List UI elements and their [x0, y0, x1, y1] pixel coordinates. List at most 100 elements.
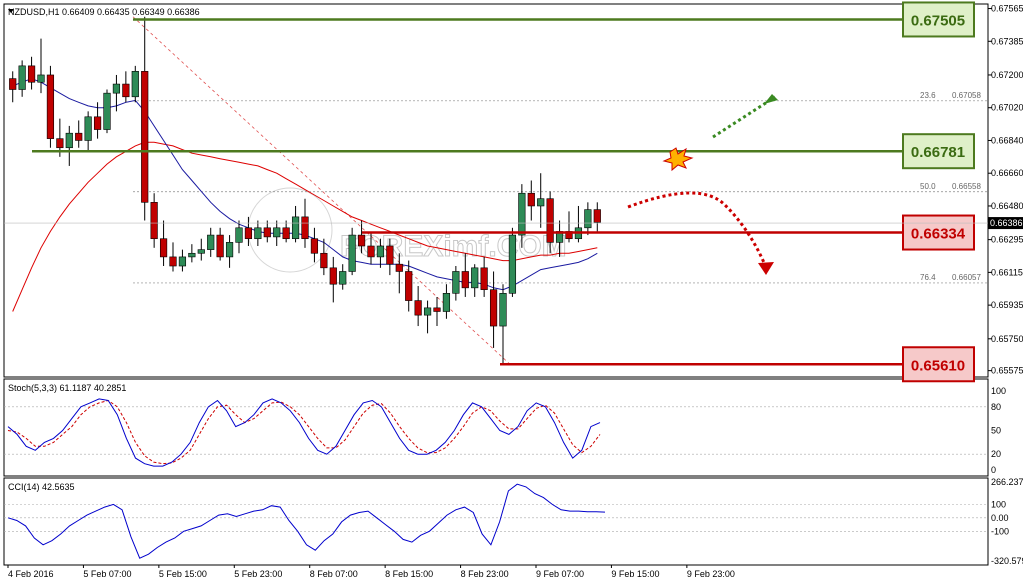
candle-bull	[584, 209, 592, 229]
cci-y-tick-label: 266.237	[991, 477, 1023, 487]
stoch-y-tick-label: 50	[991, 426, 1001, 436]
candle-bear	[56, 138, 64, 149]
candle-bear	[386, 245, 394, 265]
level-label: 0.67505	[911, 12, 965, 29]
x-tick-label: 8 Feb 15:00	[385, 569, 433, 579]
candle-bear	[395, 263, 403, 272]
price-y-tick-label: 0.66115	[991, 267, 1023, 277]
price-y-tick-label: 0.66480	[991, 201, 1023, 211]
candle-bull	[178, 256, 187, 267]
candle-bear	[414, 300, 422, 316]
candle-bear	[480, 267, 488, 290]
x-tick-label: 9 Feb 15:00	[611, 569, 659, 579]
candle-bull	[207, 234, 215, 250]
candle-bull	[131, 71, 139, 98]
candle-bear	[159, 238, 168, 258]
price-y-tick-label: 0.66660	[991, 168, 1023, 178]
level-label: 0.66334	[911, 226, 966, 243]
candle-bear	[122, 83, 130, 98]
cci-y-tick-label: -100	[991, 526, 1009, 536]
candle-bear	[93, 116, 102, 130]
x-tick-label: 5 Feb 23:00	[234, 569, 282, 579]
candle-bear	[310, 238, 319, 254]
candle-bull	[112, 83, 121, 94]
fib-value-label: 0.66558	[952, 182, 981, 191]
level-label: 0.65610	[911, 357, 965, 374]
price-y-tick-label: 0.65575	[991, 366, 1023, 376]
fib-value-label: 0.67058	[952, 91, 981, 100]
chart-root: FOREXimf.COM 23.6 0.67058 50.0 0.66558 76.4 0.…	[0, 0, 1023, 586]
candle-bear	[593, 209, 601, 223]
candle-bear	[9, 78, 17, 90]
candle-bear	[357, 234, 366, 247]
candle-bear	[244, 227, 253, 240]
symbol-header: NZDUSD,H1 0.66409 0.66435 0.66349 0.6638…	[8, 7, 200, 17]
price-y-tick-label: 0.66840	[991, 135, 1023, 145]
candle-bull	[423, 307, 432, 316]
cci-label: CCI(14) 42.5635	[8, 482, 75, 492]
candle-bull	[499, 293, 507, 327]
current-price-tag-label: 0.66386	[990, 218, 1023, 228]
candle-bull	[442, 293, 451, 312]
candle-bear	[282, 227, 290, 240]
candle-bear	[27, 65, 36, 83]
candle-bear	[329, 267, 337, 285]
cci-y-tick-label: 100	[991, 499, 1006, 509]
fib-ratio-label: 50.0	[920, 182, 936, 191]
price-y-tick-label: 0.65935	[991, 300, 1023, 310]
candle-bull	[273, 227, 281, 238]
candle-bear	[75, 132, 83, 141]
stoch-y-tick-label: 100	[991, 386, 1006, 396]
candle-bear	[461, 271, 469, 289]
candle-bull	[235, 227, 243, 243]
fib-value-label: 0.66057	[952, 273, 981, 282]
x-tick-label: 8 Feb 07:00	[310, 569, 358, 579]
candle-bear	[216, 234, 224, 258]
level-label: 0.66781	[911, 144, 965, 161]
x-tick-label: 9 Feb 23:00	[687, 569, 735, 579]
candle-bull	[103, 92, 111, 130]
x-tick-label: 5 Feb 07:00	[83, 569, 131, 579]
candle-bear	[433, 307, 441, 312]
candle-bear	[367, 245, 375, 258]
candle-bull	[197, 249, 205, 254]
fib-ratio-label: 76.4	[920, 273, 936, 282]
candle-bear	[46, 74, 55, 139]
cci-y-tick-label: -320.579	[991, 556, 1023, 566]
candle-bear	[320, 252, 328, 269]
x-tick-label: 5 Feb 15:00	[159, 569, 207, 579]
x-tick-label: 4 Feb 2016	[8, 569, 54, 579]
candle-bull	[18, 65, 26, 90]
chart-svg: FOREXimf.COM23.6 0.6705850.0 0.6655876.4 0.…	[0, 0, 1023, 586]
fib-ratio-label: 23.6	[920, 91, 936, 100]
candle-bull	[471, 267, 479, 289]
candle-bull	[188, 252, 196, 258]
candle-bear	[301, 216, 309, 240]
price-y-tick-label: 0.67385	[991, 36, 1023, 46]
candle-bull	[37, 74, 45, 83]
candle-bear	[405, 271, 413, 301]
cci-y-tick-label: 0.00	[991, 513, 1009, 523]
candle-bull	[339, 271, 347, 285]
price-y-tick-label: 0.67200	[991, 70, 1023, 80]
candle-bear	[150, 202, 158, 240]
stoch-y-tick-label: 20	[991, 449, 1001, 459]
candle-bear	[546, 198, 554, 243]
candle-bull	[376, 245, 385, 258]
candle-bull	[508, 234, 517, 294]
x-tick-label: 8 Feb 23:00	[461, 569, 509, 579]
candle-bull	[225, 242, 234, 258]
price-y-tick-label: 0.65750	[991, 334, 1023, 344]
candle-bull	[65, 132, 73, 149]
stoch-y-tick-label: 0	[991, 465, 996, 475]
price-y-tick-label: 0.66295	[991, 235, 1023, 245]
candle-bear	[527, 192, 535, 207]
candle-bear	[141, 71, 149, 203]
candle-bull	[518, 192, 526, 236]
price-y-tick-label: 0.67565	[991, 4, 1023, 14]
candle-bull	[537, 198, 545, 207]
x-tick-label: 9 Feb 07:00	[536, 569, 584, 579]
stoch-y-tick-label: 80	[991, 402, 1001, 412]
candle-bull	[254, 227, 262, 240]
candle-bull	[348, 234, 356, 272]
